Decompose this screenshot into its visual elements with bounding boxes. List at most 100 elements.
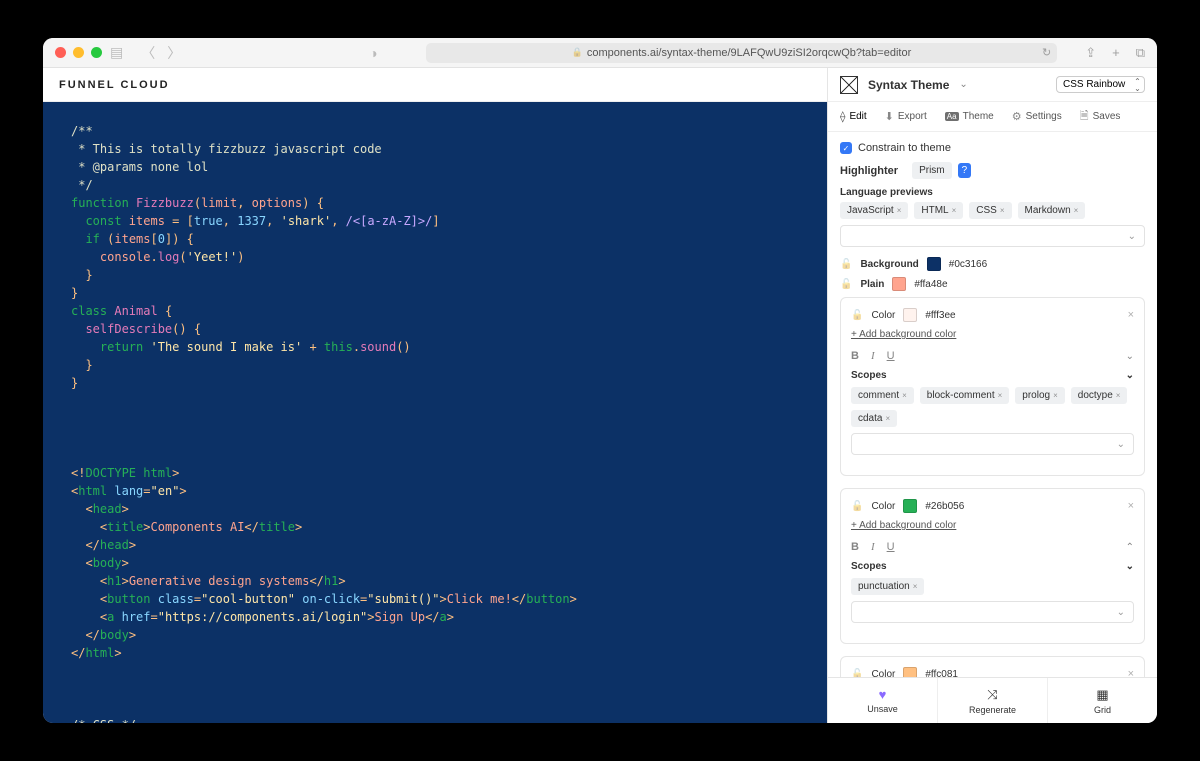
lock-icon[interactable]: 🔓 (840, 259, 852, 270)
highlighter-label: Highlighter (840, 165, 898, 177)
tab-edit[interactable]: ⟠Edit (840, 110, 867, 123)
language-add-dropdown[interactable]: ⌄ (840, 225, 1145, 247)
remove-icon[interactable]: × (913, 582, 918, 591)
tab-theme[interactable]: AaTheme (945, 111, 994, 122)
add-bg-link[interactable]: + Add background color (851, 329, 956, 340)
remove-card-icon[interactable]: × (1128, 500, 1134, 512)
reload-icon[interactable]: ↻ (1042, 46, 1051, 59)
italic-button[interactable]: I (871, 350, 875, 362)
scope-pill[interactable]: cdata× (851, 410, 897, 427)
remove-icon[interactable]: × (998, 391, 1003, 400)
regenerate-button[interactable]: ⤨ Regenerate (938, 678, 1048, 723)
code-line: <head> (71, 500, 799, 518)
color-swatch[interactable] (903, 667, 917, 677)
theme-preset-select[interactable]: CSS Rainbow (1056, 76, 1145, 93)
remove-card-icon[interactable]: × (1128, 668, 1134, 677)
color-hex[interactable]: #ffc081 (925, 669, 958, 678)
background-label: Background (860, 259, 918, 270)
code-line: } (71, 356, 799, 374)
color-swatch[interactable] (903, 499, 917, 513)
sidebar-toggle-icon[interactable]: ▤ (110, 44, 123, 61)
collapse-icon[interactable]: ⌄ (1126, 351, 1134, 362)
code-line: console.log('Yeet!') (71, 248, 799, 266)
color-hex[interactable]: #fff3ee (925, 310, 955, 321)
color-hex[interactable]: #26b056 (925, 501, 964, 512)
plain-label: Plain (860, 279, 884, 290)
code-line: </body> (71, 626, 799, 644)
scope-add-dropdown[interactable]: ⌄ (851, 601, 1134, 623)
color-label: Color (871, 669, 895, 678)
unsave-button[interactable]: ♥ Unsave (828, 678, 938, 723)
code-preview[interactable]: /** * This is totally fizzbuzz javascrip… (43, 102, 827, 723)
collapse-icon[interactable]: ⌃ (1126, 542, 1134, 553)
remove-icon[interactable]: × (1116, 391, 1121, 400)
lock-icon[interactable]: 🔓 (840, 279, 852, 290)
code-line: <title>Components AI</title> (71, 518, 799, 536)
highlighter-info-icon[interactable]: ? (958, 163, 972, 178)
content: FUNNEL CLOUD /** * This is totally fizzb… (43, 68, 1157, 723)
constrain-checkbox[interactable]: ✓ (840, 142, 852, 154)
code-line: <a href="https://components.ai/login">Si… (71, 608, 799, 626)
remove-icon[interactable]: × (885, 414, 890, 423)
plain-swatch[interactable] (892, 277, 906, 291)
tabs-icon[interactable]: ⧉ (1136, 45, 1145, 61)
color-label: Color (871, 501, 895, 512)
minimize-window-button[interactable] (73, 47, 84, 58)
bold-button[interactable]: B (851, 541, 859, 553)
sidebar-body[interactable]: ✓ Constrain to theme Highlighter Prism ?… (828, 132, 1157, 677)
underline-button[interactable]: U (887, 541, 895, 553)
new-tab-icon[interactable]: + (1112, 45, 1120, 61)
scope-add-dropdown[interactable]: ⌄ (851, 433, 1134, 455)
color-swatch[interactable] (903, 308, 917, 322)
code-line: function Fizzbuzz(limit, options) { (71, 194, 799, 212)
lock-icon: 🔒 (572, 47, 583, 58)
scope-pill[interactable]: doctype× (1071, 387, 1128, 404)
url-bar[interactable]: 🔒 components.ai/syntax-theme/9LAFQwU9ziS… (426, 43, 1058, 63)
close-window-button[interactable] (55, 47, 66, 58)
code-line: /** (71, 122, 799, 140)
lock-icon[interactable]: 🔓 (851, 501, 863, 512)
underline-button[interactable]: U (887, 350, 895, 362)
tab-settings[interactable]: ⚙Settings (1012, 110, 1062, 123)
titlebar: ▤ 〈 〉 ◑ 🔒 components.ai/syntax-theme/9LA… (43, 38, 1157, 68)
background-color-row: 🔓 Background #0c3166 (840, 257, 1145, 271)
chevron-down-icon[interactable]: ⌄ (1126, 561, 1134, 572)
remove-icon[interactable]: × (1074, 206, 1079, 215)
remove-icon[interactable]: × (902, 391, 907, 400)
bold-button[interactable]: B (851, 350, 859, 362)
language-pill[interactable]: CSS× (969, 202, 1011, 219)
remove-icon[interactable]: × (1000, 206, 1005, 215)
language-pill[interactable]: Markdown× (1018, 202, 1086, 219)
remove-icon[interactable]: × (1053, 391, 1058, 400)
scope-pill[interactable]: block-comment× (920, 387, 1009, 404)
back-button[interactable]: 〈 (141, 43, 155, 63)
forward-button[interactable]: 〉 (167, 43, 181, 63)
lock-icon[interactable]: 🔓 (851, 669, 863, 678)
language-pill[interactable]: JavaScript× (840, 202, 908, 219)
lock-icon[interactable]: 🔓 (851, 310, 863, 321)
code-line: */ (71, 176, 799, 194)
maximize-window-button[interactable] (91, 47, 102, 58)
chevron-down-icon[interactable]: ⌄ (959, 79, 967, 90)
italic-button[interactable]: I (871, 541, 875, 553)
remove-icon[interactable]: × (897, 206, 902, 215)
scope-pill[interactable]: comment× (851, 387, 914, 404)
code-line: * This is totally fizzbuzz javascript co… (71, 140, 799, 158)
scope-pill[interactable]: prolog× (1015, 387, 1064, 404)
add-bg-link[interactable]: + Add background color (851, 520, 956, 531)
highlighter-prism-pill[interactable]: Prism (912, 162, 952, 179)
share-icon[interactable]: ⇪ (1085, 45, 1096, 61)
background-swatch[interactable] (927, 257, 941, 271)
remove-card-icon[interactable]: × (1128, 309, 1134, 321)
chevron-down-icon[interactable]: ⌄ (1126, 370, 1134, 381)
tab-saves[interactable]: 🗎Saves (1080, 107, 1121, 126)
remove-icon[interactable]: × (952, 206, 957, 215)
language-pill[interactable]: HTML× (914, 202, 963, 219)
scope-pill[interactable]: punctuation× (851, 578, 924, 595)
tab-export[interactable]: ⬇Export (885, 110, 927, 123)
grid-button[interactable]: ▦ Grid (1048, 678, 1157, 723)
plain-hex[interactable]: #ffa48e (914, 279, 947, 290)
background-hex[interactable]: #0c3166 (949, 259, 987, 270)
code-line: } (71, 266, 799, 284)
shield-icon[interactable]: ◑ (369, 45, 377, 61)
